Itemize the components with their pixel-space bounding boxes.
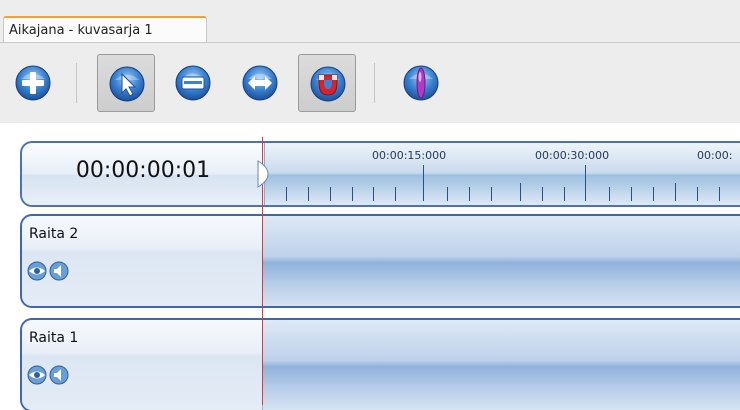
ruler-tick-major — [585, 165, 586, 201]
marker-icon — [403, 65, 439, 101]
ruler-tick — [352, 187, 353, 201]
track-raita-2[interactable]: Raita 2 — [20, 214, 740, 308]
timeline-window: Aikajana - kuvasarja 1 00:00:00:01 00:00… — [0, 0, 740, 410]
ruler-tick — [395, 187, 396, 201]
ruler-tick — [286, 187, 287, 201]
arrows-icon — [242, 65, 278, 101]
toolbar-separator — [76, 63, 77, 103]
toolbar — [0, 43, 740, 123]
ruler-tick — [308, 187, 309, 201]
speaker-icon[interactable] — [49, 261, 69, 281]
ruler-tick — [675, 183, 676, 201]
eye-icon[interactable] — [27, 365, 47, 385]
track-name: Raita 2 — [29, 226, 79, 242]
ruler-label: 00:00:15:000 — [372, 149, 447, 162]
razor-tool-button[interactable] — [164, 54, 222, 112]
ruler-tick — [520, 183, 521, 201]
ruler-tick — [564, 187, 565, 201]
magnet-icon — [310, 66, 346, 102]
ruler-label: 00:00: — [697, 149, 733, 162]
track-header: Raita 2 — [22, 216, 263, 306]
blade-icon — [175, 65, 211, 101]
track-header: Raita 1 — [22, 320, 263, 410]
tab-timeline[interactable]: Aikajana - kuvasarja 1 — [3, 16, 207, 42]
ruler-tick — [491, 187, 492, 201]
select-tool-button[interactable] — [97, 54, 155, 112]
add-track-button[interactable] — [4, 54, 62, 112]
track-name: Raita 1 — [29, 330, 79, 346]
marker-button[interactable] — [392, 54, 450, 112]
current-time: 00:00:00:01 — [75, 158, 211, 183]
plus-icon — [15, 65, 51, 101]
ruler-tick — [631, 187, 632, 201]
timeline-area: 00:00:00:01 00:00:15:000 00:00:30:000 00… — [0, 123, 740, 410]
track-raita-1[interactable]: Raita 1 — [20, 318, 740, 410]
magnet-snap-button[interactable] — [298, 54, 356, 112]
ruler-tick — [609, 187, 610, 201]
pointer-icon — [109, 66, 145, 102]
resize-tool-button[interactable] — [231, 54, 289, 112]
current-time-box: 00:00:00:01 — [22, 143, 265, 205]
tab-label: Aikajana - kuvasarja 1 — [9, 23, 153, 38]
speaker-icon[interactable] — [49, 365, 69, 385]
ruler-tick — [373, 187, 374, 201]
ruler-tick — [330, 187, 331, 201]
time-ruler[interactable]: 00:00:15:000 00:00:30:000 00:00: — [265, 143, 740, 205]
ruler-tick — [653, 187, 654, 201]
ruler-tick — [719, 187, 720, 201]
ruler-label: 00:00:30:000 — [535, 149, 610, 162]
ruler-tick — [447, 187, 448, 201]
ruler-tick-major — [423, 165, 424, 201]
eye-icon[interactable] — [27, 261, 47, 281]
ruler-tick — [542, 187, 543, 201]
playhead-handle[interactable] — [256, 159, 272, 189]
ruler-tick — [697, 187, 698, 201]
ruler-panel: 00:00:00:01 00:00:15:000 00:00:30:000 00… — [20, 141, 740, 207]
tab-strip: Aikajana - kuvasarja 1 — [0, 0, 740, 44]
toolbar-separator — [374, 63, 375, 103]
ruler-tick — [469, 187, 470, 201]
